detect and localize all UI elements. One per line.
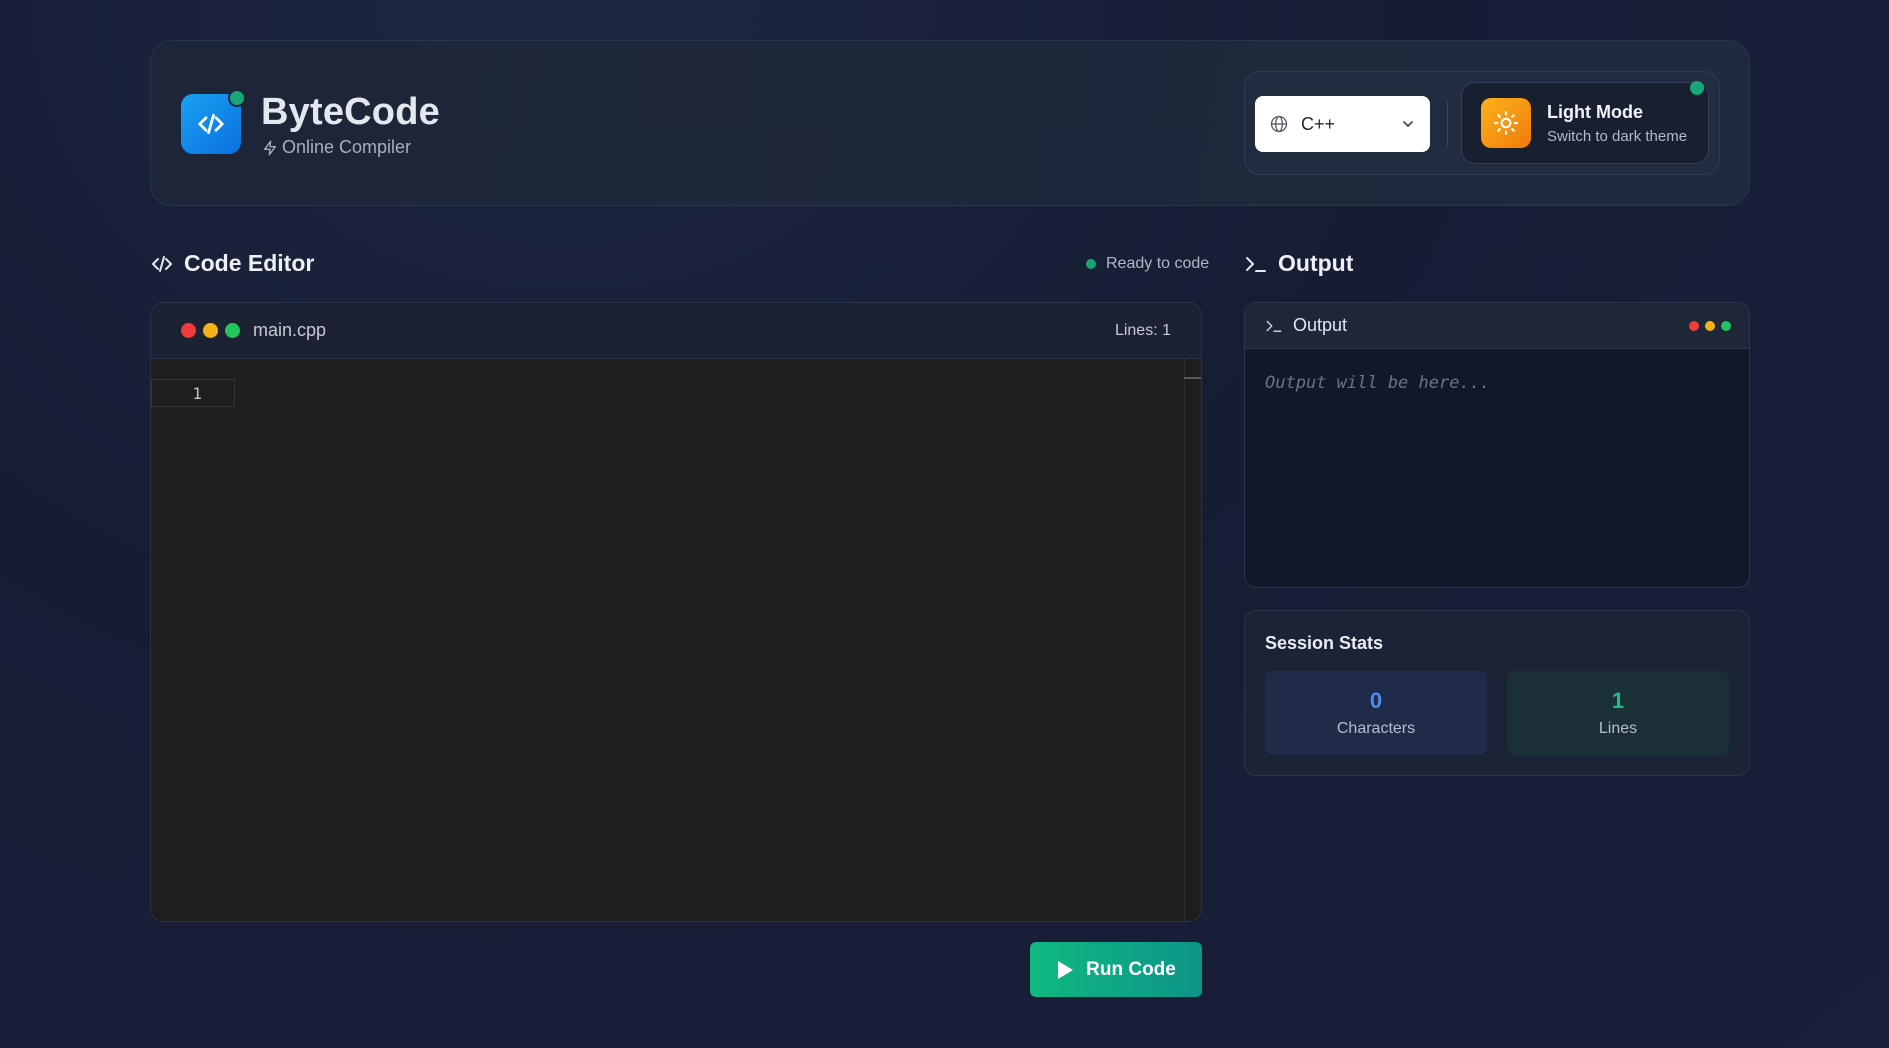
status-dot — [1086, 259, 1096, 269]
chevron-down-icon — [1403, 121, 1413, 127]
characters-label: Characters — [1336, 720, 1416, 737]
editor-scrollbar[interactable] — [1184, 359, 1201, 921]
theme-toggle-subtitle: Switch to dark theme — [1547, 127, 1688, 145]
editor-lines-count: Lines: 1 — [1114, 321, 1171, 339]
theme-toggle-title: Light Mode — [1547, 101, 1643, 122]
characters-stat: 0 Characters — [1265, 671, 1487, 755]
maximize-dot — [225, 323, 240, 338]
run-code-button[interactable]: Run Code — [1030, 942, 1202, 997]
code-editor-title: Code Editor — [184, 250, 315, 276]
theme-toggle-button[interactable]: Light Mode Switch to dark theme — [1461, 81, 1709, 164]
language-selected-value: C++ — [1301, 113, 1336, 134]
header-controls: C++ Light Mode Switch to dark theme — [1244, 71, 1720, 175]
session-stats-title: Session Stats — [1265, 633, 1384, 653]
brand-subtitle: Online Compiler — [262, 137, 411, 158]
output-window-dots — [1689, 320, 1731, 331]
editor-status: Ready to code — [1086, 255, 1209, 273]
output-title: Output — [1278, 250, 1354, 276]
run-code-label: Run Code — [1086, 958, 1176, 980]
play-icon — [1058, 960, 1074, 979]
brand-subtitle-text: Online Compiler — [282, 137, 412, 157]
maximize-dot — [1721, 320, 1731, 331]
online-indicator — [228, 89, 246, 107]
output-panel-label: Output — [1293, 315, 1348, 335]
lines-label: Lines — [1598, 720, 1638, 737]
line-number: 1 — [151, 379, 235, 407]
terminal-icon — [1246, 256, 1266, 272]
minimize-dot — [203, 323, 218, 338]
code-input-area[interactable]: 1 — [151, 359, 1201, 921]
theme-indicator-dot — [1690, 81, 1704, 95]
output-heading: Output — [1244, 250, 1353, 277]
globe-icon — [1270, 115, 1288, 133]
terminal-icon — [1266, 320, 1282, 332]
code-editor-heading: Code Editor — [150, 250, 314, 277]
theme-toggle-text: Light Mode Switch to dark theme — [1547, 102, 1687, 145]
close-dot — [1689, 320, 1699, 331]
lightning-icon — [264, 140, 276, 155]
minimize-dot — [1705, 320, 1715, 331]
sun-icon — [1494, 111, 1518, 135]
characters-value: 0 — [1369, 688, 1383, 713]
output-content: Output will be here... — [1265, 373, 1491, 393]
code-editor: main.cpp Lines: 1 1 — [150, 302, 1202, 922]
output-panel: Output Output will be here... — [1244, 302, 1750, 588]
theme-icon-tile — [1481, 98, 1531, 148]
app-header: ByteCode Online Compiler C++ Light Mode … — [150, 40, 1750, 206]
editor-tab-bar: main.cpp Lines: 1 — [151, 303, 1201, 359]
session-stats-card: Session Stats 0 Characters 1 Lines — [1244, 610, 1750, 776]
brand-title: ByteCode — [261, 91, 440, 133]
window-controls — [181, 323, 240, 338]
editor-filename: main.cpp — [253, 320, 327, 340]
output-panel-header: Output — [1245, 303, 1749, 349]
scrollbar-marker — [1184, 377, 1201, 379]
code-brackets-icon — [152, 255, 172, 272]
code-brackets-icon — [198, 113, 224, 135]
language-select[interactable]: C++ — [1255, 96, 1430, 152]
status-text: Ready to code — [1106, 255, 1210, 272]
controls-divider — [1447, 102, 1448, 146]
app-logo — [181, 89, 246, 154]
lines-value: 1 — [1611, 688, 1625, 713]
lines-stat: 1 Lines — [1507, 671, 1729, 755]
close-dot — [181, 323, 196, 338]
